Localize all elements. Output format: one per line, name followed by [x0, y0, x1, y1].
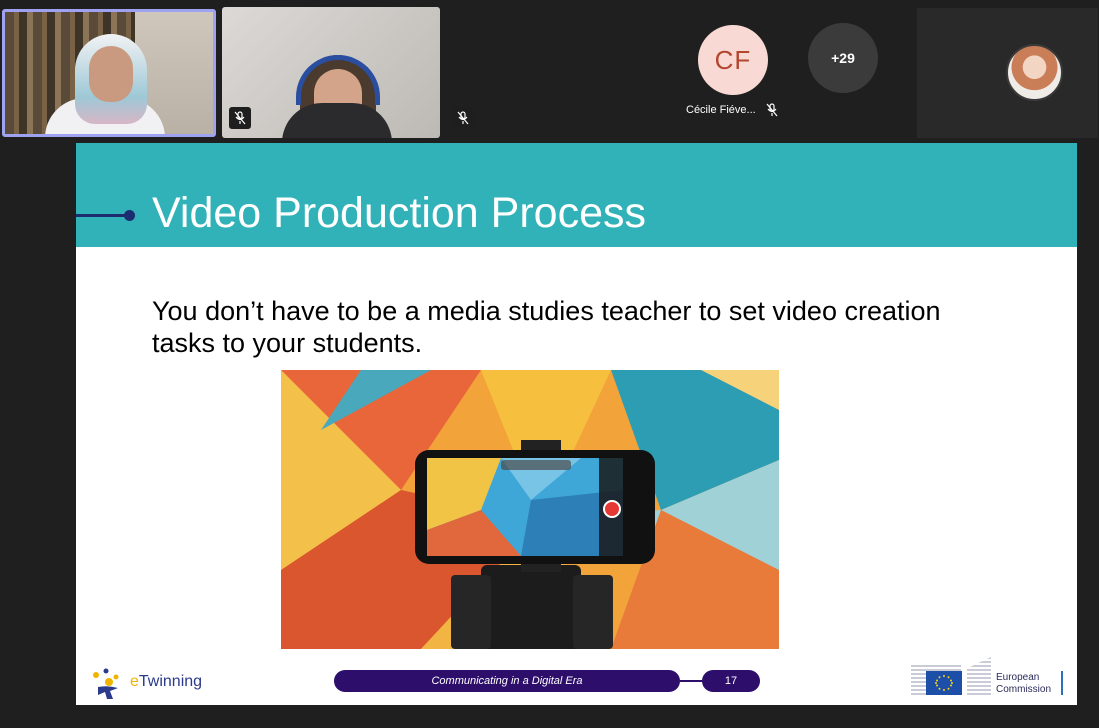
slide-header: Video Production Process — [76, 143, 1077, 247]
participant-video-tile[interactable] — [222, 7, 440, 138]
slide-title: Video Production Process — [152, 189, 646, 237]
ec-building-facade — [967, 657, 991, 695]
self-avatar — [1006, 44, 1063, 101]
mic-off-icon — [452, 107, 474, 129]
participant-video-tile-speaker[interactable] — [2, 9, 216, 137]
header-accent-line — [76, 214, 128, 217]
header-accent-dot — [124, 210, 135, 221]
more-participants-button[interactable]: +29 — [808, 23, 878, 93]
footer-tagline: Communicating in a Digital Era — [334, 670, 680, 692]
ec-rule — [1061, 671, 1063, 695]
etwinning-logo: eTwinning — [86, 665, 216, 699]
slide-page-number: 17 — [702, 670, 760, 692]
star-icon — [103, 668, 109, 674]
european-commission-logo: European Commission — [911, 655, 1071, 699]
slide-body-text: You don’t have to be a media studies tea… — [152, 296, 941, 358]
eu-flag-icon — [926, 671, 962, 695]
mic-off-icon — [229, 107, 251, 129]
participant-face — [89, 46, 133, 102]
participant-strip: CF Cécile Fiéve... +29 — [0, 0, 1099, 140]
figure-icon — [98, 678, 118, 699]
shared-slide: Video Production Process You don’t have … — [76, 143, 1077, 705]
mic-off-icon — [766, 103, 778, 117]
participant-avatar-cf[interactable]: CF — [698, 25, 768, 95]
etwinning-wordmark: eTwinning — [130, 673, 203, 690]
ec-wordmark: European Commission — [996, 672, 1052, 695]
footer-connector — [680, 680, 704, 682]
participant-name: Cécile Fiéve... — [686, 104, 756, 116]
slide-photo-phone-on-tripod — [281, 370, 779, 649]
phone-tripod-illustration — [281, 370, 779, 649]
